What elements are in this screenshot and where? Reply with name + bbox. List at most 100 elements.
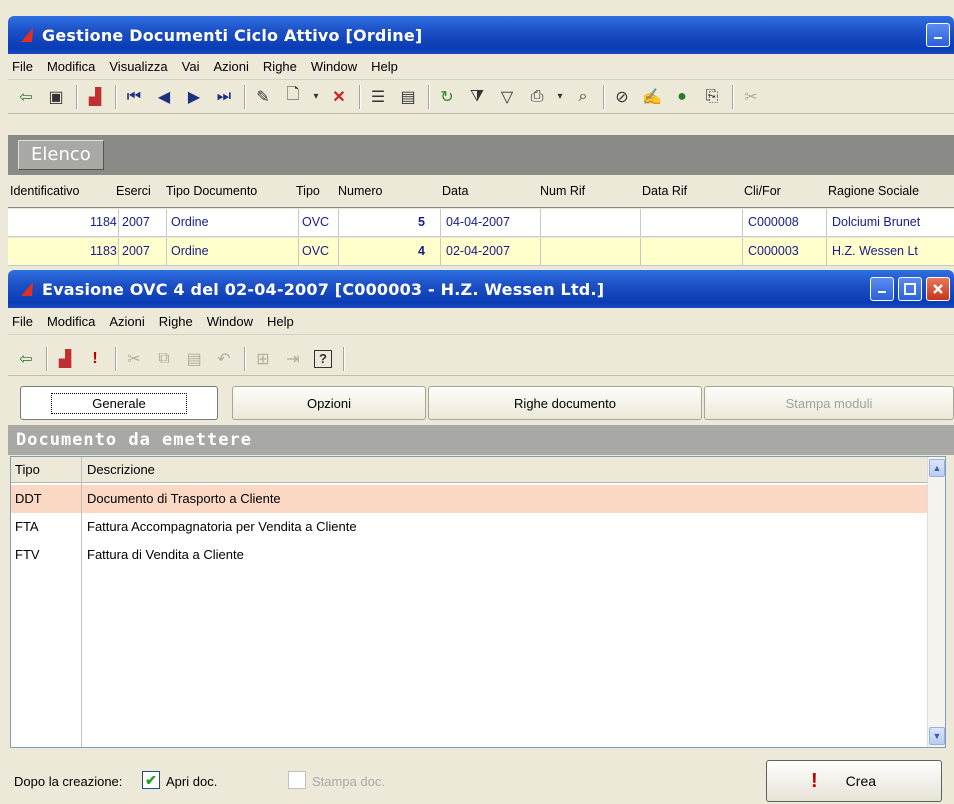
menu-righe[interactable]: Righe [263,59,297,74]
toolbar-separator [244,346,245,371]
dialog-tabs: Generale Opzioni Righe documento Stampa … [8,384,954,426]
menu-azioni[interactable]: Azioni [109,314,144,329]
col-tipo[interactable]: Tipo [296,184,320,198]
first-record-button[interactable]: ⏮ [122,85,146,109]
menu-window[interactable]: Window [311,59,357,74]
table-row[interactable]: 1183 2007 Ordine OVC 4 02-04-2007 C00000… [8,238,954,266]
execute-button[interactable]: ! [83,347,107,371]
main-window-titlebar[interactable]: Gestione Documenti Ciclo Attivo [Ordine] [8,16,954,54]
form-view-button[interactable]: ▤ [396,85,420,109]
cut-button[interactable]: ✂ [739,85,763,109]
menu-help[interactable]: Help [371,59,398,74]
menu-righe[interactable]: Righe [159,314,193,329]
scroll-down-button[interactable]: ▼ [929,727,945,745]
menu-file[interactable]: File [12,59,33,74]
web-button[interactable]: ● [670,85,694,109]
col-esercizio[interactable]: Eserci [116,184,151,198]
copy-button[interactable]: ⧉ [152,347,176,371]
insert-row-button[interactable]: ⊞ [251,347,275,371]
apri-doc-checkbox[interactable]: ✔ [142,771,160,789]
col-identificativo[interactable]: Identificativo [10,184,79,198]
table-row[interactable]: 1184 2007 Ordine OVC 5 04-04-2007 C00000… [8,209,954,237]
exit-button[interactable]: ⇦ [14,347,38,371]
cut-button[interactable]: ✂ [122,347,146,371]
list-scrollbar[interactable]: ▲ ▼ [927,457,945,747]
funnel-button[interactable]: ▽ [495,85,519,109]
col-data[interactable]: Data [442,184,468,198]
toolbar-separator [115,84,116,109]
export-button[interactable]: ⎘ [700,85,724,109]
cell-cli-for: C000003 [748,244,799,258]
apri-doc-label[interactable]: Apri doc. [166,774,217,789]
tab-stampa-moduli[interactable]: Stampa moduli [704,386,954,420]
print-button[interactable]: ⎙ [525,85,549,109]
next-record-button[interactable]: ▶ [182,85,206,109]
dialog-close-button[interactable] [926,277,950,301]
col-data-rif[interactable]: Data Rif [642,184,687,198]
tab-generale[interactable]: Generale [20,386,218,420]
toolbar-separator [244,84,245,109]
crea-button[interactable]: ! Crea [766,760,942,802]
list-item[interactable]: DDT Documento di Trasporto a Cliente [11,485,927,513]
col-numero[interactable]: Numero [338,184,382,198]
delete-button[interactable]: ✕ [327,85,351,109]
dialog-titlebar[interactable]: Evasione OVC 4 del 02-04-2007 [C000003 -… [8,270,954,308]
last-record-button[interactable]: ⏭ [212,85,236,109]
col-num-rif[interactable]: Num Rif [540,184,585,198]
signal-button[interactable]: ▟ [53,347,77,371]
signal-bars-icon: ▟ [88,88,102,106]
exit-button[interactable]: ⇦ [14,85,38,109]
filter-button[interactable]: ⧩ [465,85,489,109]
signal-button[interactable]: ▟ [83,85,107,109]
menu-vai[interactable]: Vai [182,59,200,74]
col-tipo-documento[interactable]: Tipo Documento [166,184,257,198]
properties-button[interactable]: ▣ [44,85,68,109]
tab-righe-documento[interactable]: Righe documento [428,386,702,420]
dialog-minimize-button[interactable] [870,277,894,301]
menu-help[interactable]: Help [267,314,294,329]
minimize-icon [878,291,886,293]
edit-button[interactable]: ✎ [251,85,275,109]
list-item-tipo: FTV [15,547,40,562]
next-record-icon: ▶ [187,88,201,106]
print-dropdown-button[interactable]: ▾ [555,85,565,109]
attach-button[interactable]: ⊘ [610,85,634,109]
move-row-icon: ⇥ [286,350,300,368]
exclamation-icon: ! [811,769,818,792]
stampa-doc-checkbox[interactable] [288,771,306,789]
menu-visualizza[interactable]: Visualizza [109,59,167,74]
menu-azioni[interactable]: Azioni [214,59,249,74]
elenco-button[interactable]: Elenco [18,140,104,170]
paste-button[interactable]: ▤ [182,347,206,371]
menu-window[interactable]: Window [207,314,253,329]
col-ragione-sociale[interactable]: Ragione Sociale [828,184,919,198]
menu-file[interactable]: File [12,314,33,329]
document-type-list[interactable]: Tipo Descrizione DDT Documento di Traspo… [10,456,946,748]
help-question-icon: ? [314,349,332,368]
list-view-button[interactable]: ☰ [366,85,390,109]
undo-button[interactable]: ↶ [212,347,236,371]
app-logo-icon [21,28,33,42]
tab-opzioni[interactable]: Opzioni [232,386,426,420]
move-row-button[interactable]: ⇥ [281,347,305,371]
refresh-button[interactable]: ↻ [435,85,459,109]
prev-record-button[interactable]: ◀ [152,85,176,109]
menu-modifica[interactable]: Modifica [47,314,95,329]
new-button[interactable]: 🗋 [281,85,305,109]
cell-divider [298,209,299,237]
list-item[interactable]: FTA Fattura Accompagnatoria per Vendita … [11,513,927,541]
menu-modifica[interactable]: Modifica [47,59,95,74]
list-item[interactable]: FTV Fattura di Vendita a Cliente [11,541,927,569]
col-cli-for[interactable]: Cli/For [744,184,781,198]
elenco-bar: Elenco [8,135,954,175]
chevron-up-icon: ▲ [932,463,942,473]
help-button[interactable]: ? [311,347,335,371]
dialog-maximize-button[interactable] [898,277,922,301]
list-col-descrizione[interactable]: Descrizione [87,462,155,477]
notes-button[interactable]: ✍ [640,85,664,109]
scroll-up-button[interactable]: ▲ [929,459,945,477]
minimize-button[interactable] [926,23,950,47]
print-preview-button[interactable]: ⌕ [571,85,595,109]
new-dropdown-button[interactable]: ▾ [311,85,321,109]
list-col-tipo[interactable]: Tipo [15,462,40,477]
